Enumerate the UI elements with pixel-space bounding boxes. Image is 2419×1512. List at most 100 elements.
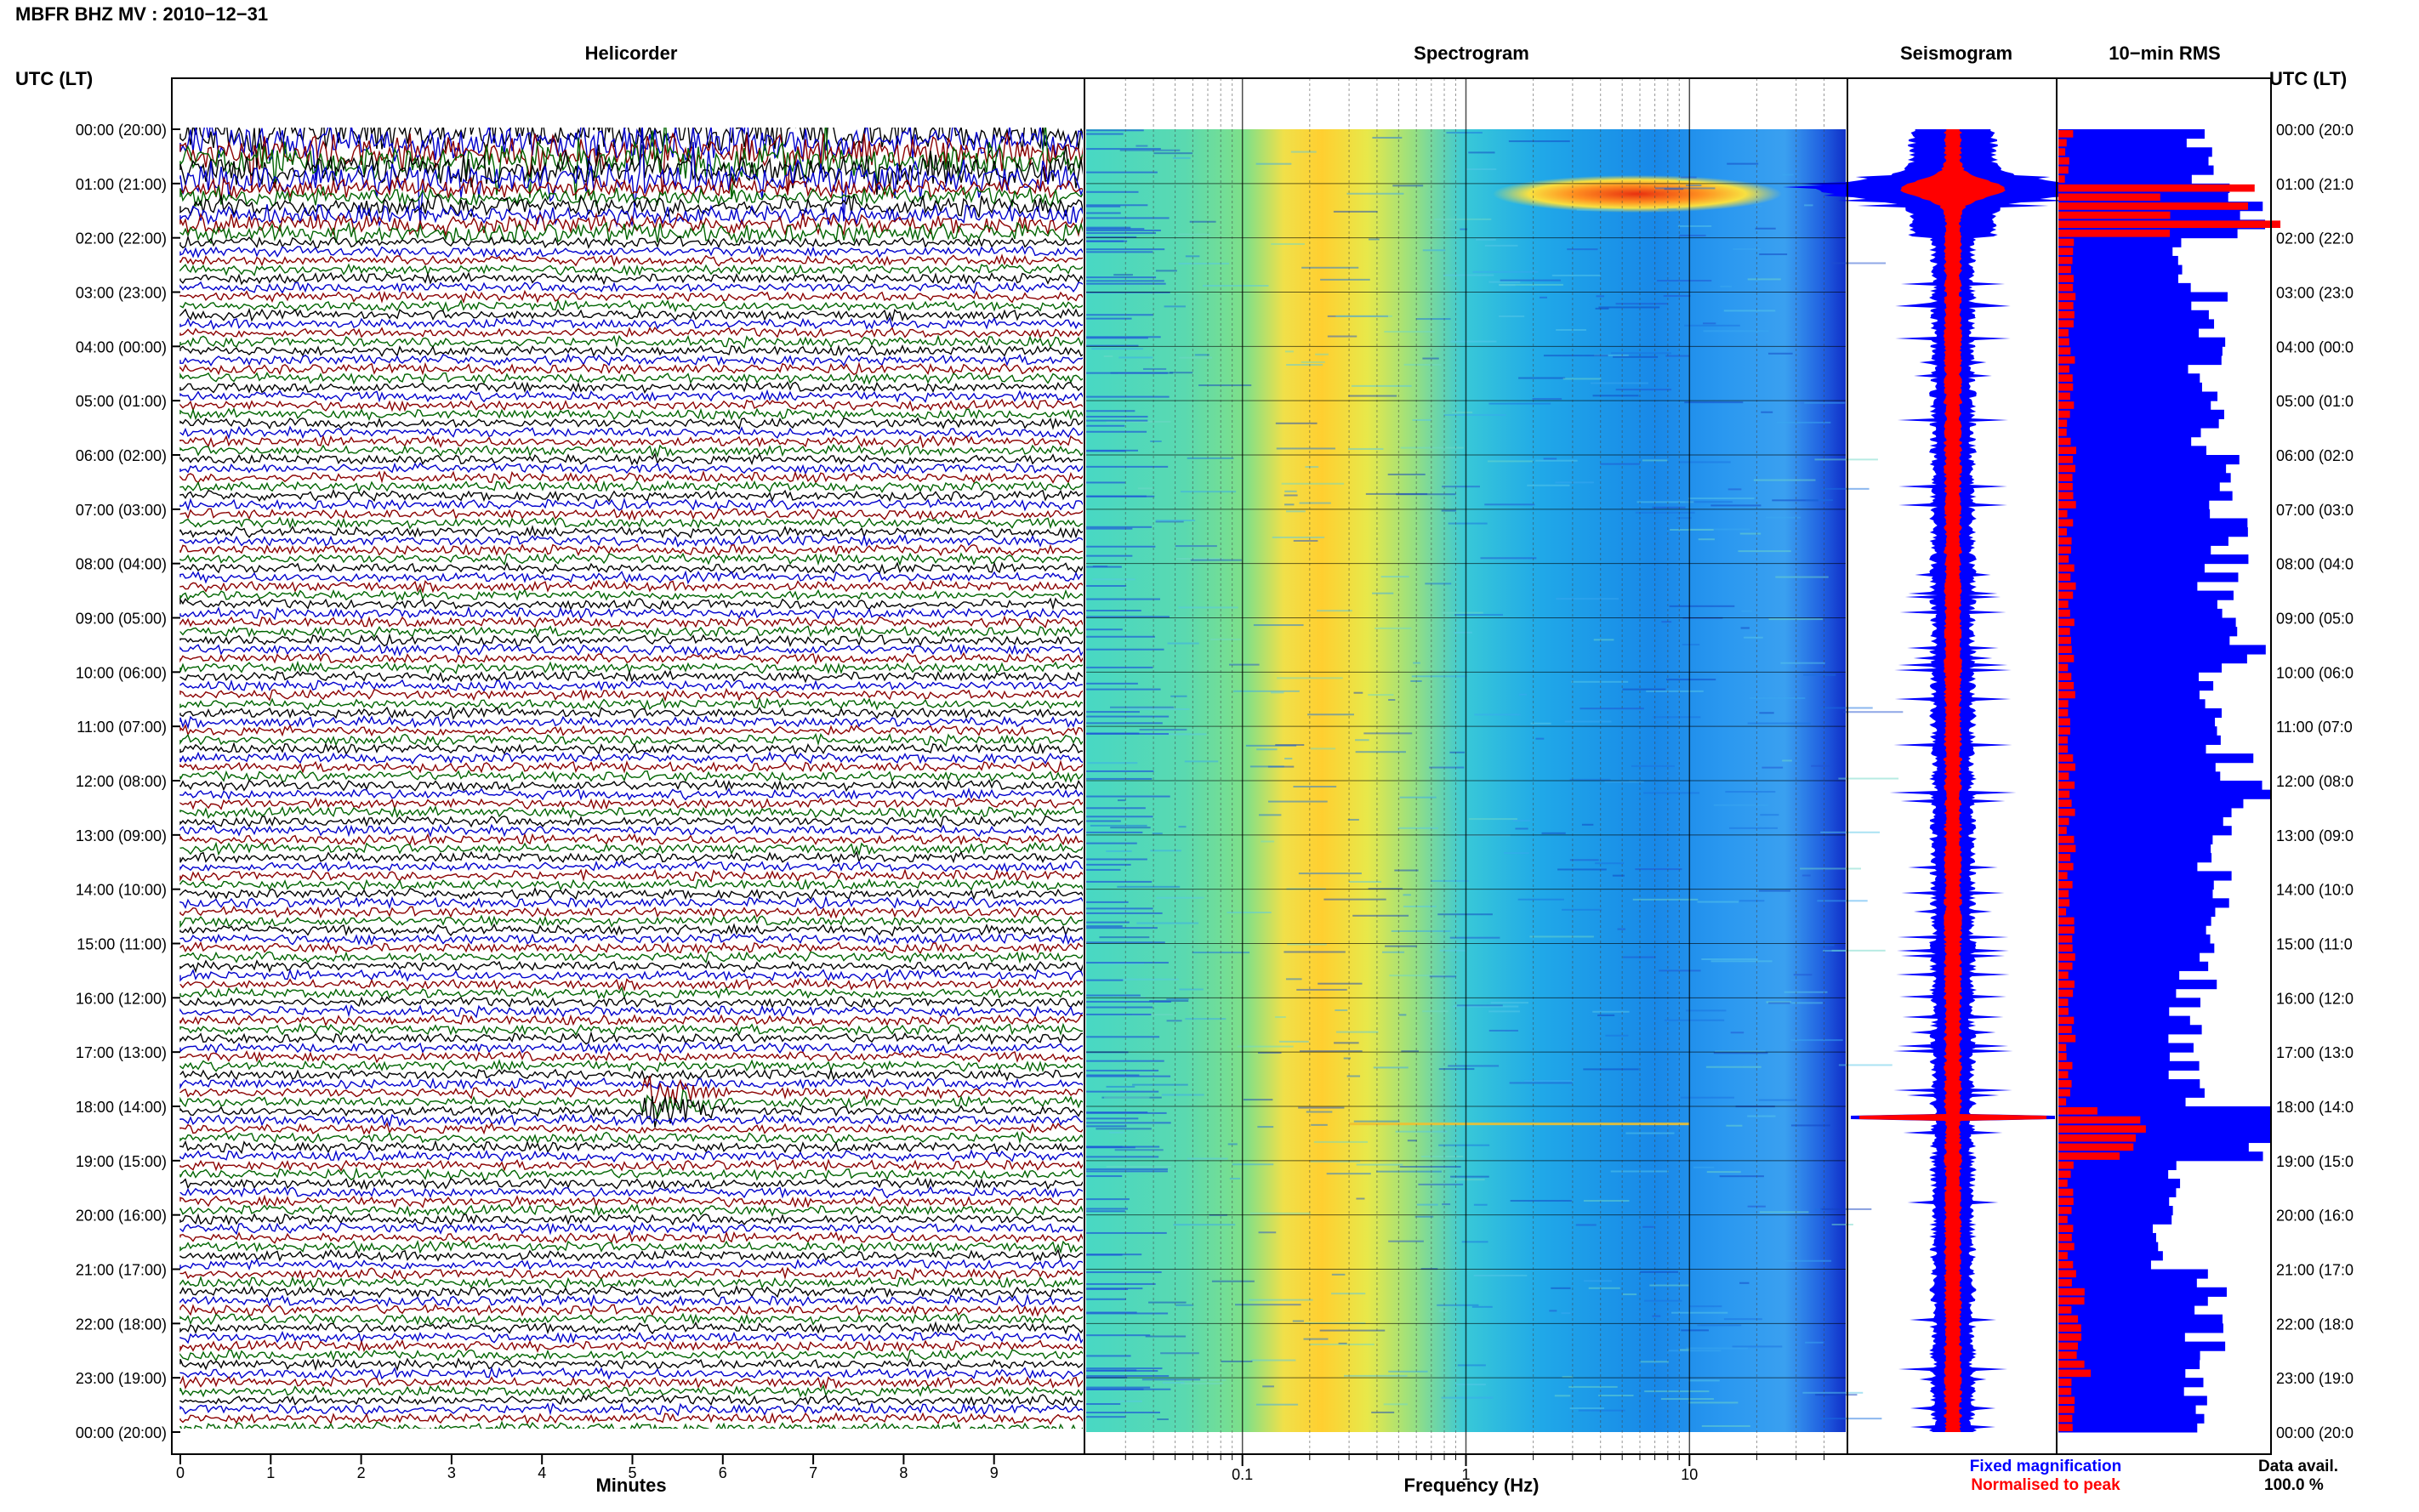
rms-bar-fixed (2058, 1179, 2181, 1189)
spectrogram-texture-cell (1114, 1149, 1164, 1151)
spectrogram-texture-cell (1448, 522, 1488, 525)
spectrogram-texture-cell (1275, 744, 1305, 747)
spectrogram-texture-cell (1331, 1293, 1366, 1295)
rms-bar-fixed (2058, 1305, 2195, 1316)
helicorder-trace-line (179, 1266, 1083, 1281)
rms-bar-fixed (2058, 572, 2239, 583)
rms-bar-fixed (2058, 1251, 2163, 1261)
rms-bar-fixed (2058, 237, 2182, 247)
spectrogram-low-freq-streak (1086, 820, 1121, 822)
left-time-label: 09:00 (05:00) (76, 611, 167, 628)
spectrogram-texture-cell (1800, 867, 1861, 870)
rms-bar-fixed (2058, 481, 2220, 492)
rms-bar-fixed (2058, 1423, 2198, 1433)
helicorder-trace-line (179, 1339, 1083, 1353)
rms-bar-normalised (2058, 130, 2074, 138)
spectrogram-texture-cell (1814, 458, 1878, 461)
spectrogram-texture-cell (1120, 978, 1179, 981)
spectrogram-texture-cell (1318, 982, 1363, 985)
spectrogram-texture-cell (1679, 1349, 1690, 1351)
spectrogram-texture-cell (1728, 827, 1779, 829)
rms-bar-normalised (2058, 175, 2065, 183)
spectrogram-texture-cell (1615, 389, 1672, 391)
spectrogram-texture-cell (1285, 978, 1302, 981)
spectrogram-low-freq-streak (1086, 1122, 1171, 1124)
rms-bar-normalised (2058, 1152, 2120, 1160)
left-time-label: 23:00 (19:00) (76, 1370, 167, 1387)
spectrogram-texture-cell (1284, 758, 1293, 760)
rms-bar-normalised (2058, 591, 2074, 600)
helicorder-trace-line (179, 1394, 1083, 1407)
spectrogram-texture-cell (1232, 1163, 1274, 1166)
spectrogram-texture-cell (1611, 352, 1671, 355)
spectrogram-texture-cell (1561, 1312, 1571, 1315)
right-time-label: 01:00 (21:0 (2276, 176, 2354, 193)
rms-bar-normalised (2058, 1315, 2079, 1323)
spectrogram-texture-cell (1453, 1005, 1519, 1008)
spectrogram-texture-cell (1596, 295, 1605, 298)
spectrogram-texture-cell (1643, 792, 1699, 794)
spectrogram-low-freq-streak (1086, 1388, 1171, 1390)
spectrogram-texture-cell (1117, 885, 1181, 888)
spectrogram-texture-cell (1564, 720, 1612, 723)
spectrogram-texture-cell (1490, 1002, 1529, 1004)
spectrogram-texture-cell (1253, 624, 1304, 627)
spectrogram-texture-cell (1155, 270, 1177, 272)
spectrogram-texture-cell (1635, 511, 1695, 514)
figure-title: MBFR BHZ MV : 2010−12−31 (15, 3, 268, 25)
rms-bar-normalised (2058, 1026, 2072, 1033)
helicorder-title: Helicorder (585, 43, 678, 64)
rms-bar-fixed (2058, 1378, 2204, 1388)
spectrogram-texture-cell (1535, 459, 1578, 462)
spectrogram-texture-cell (1556, 328, 1586, 331)
spectrogram-texture-cell (1579, 708, 1644, 710)
helicorder-trace-line (179, 633, 1083, 648)
rms-bar-fixed (2058, 1052, 2170, 1062)
spectrogram-texture-cell (1635, 868, 1682, 871)
spectrogram-texture-cell (1759, 253, 1788, 256)
spectrogram-texture-cell (1110, 706, 1175, 708)
spectrogram-low-freq-streak (1086, 1375, 1170, 1378)
spectrogram-texture-cell (1670, 529, 1714, 531)
spectrogram-texture-cell (1286, 364, 1323, 367)
spectrogram-texture-cell (1663, 295, 1691, 298)
rms-bar-normalised (2058, 230, 2171, 237)
spectrogram-texture-cell (1148, 1301, 1187, 1304)
spectrogram-texture-cell (1597, 1014, 1615, 1016)
rms-bar-fixed (2058, 1214, 2172, 1225)
rms-bar-normalised (2058, 365, 2069, 373)
rms-bar-fixed (2058, 889, 2213, 899)
rms-bar-normalised (2058, 1107, 2097, 1115)
spectrogram-texture-cell (1096, 1128, 1152, 1130)
rms-bar-fixed (2058, 834, 2213, 844)
helicorder-trace-line (179, 1349, 1083, 1362)
spectrogram-texture-cell (1326, 1173, 1371, 1175)
left-time-label: 03:00 (23:00) (76, 285, 167, 302)
helicorder-trace-line (179, 533, 1083, 548)
spectrogram-low-freq-streak (1086, 648, 1164, 651)
left-time-label: 04:00 (00:00) (76, 338, 167, 355)
frequency-tick-label: 10 (1681, 1466, 1698, 1483)
left-time-label: 21:00 (17:00) (76, 1262, 167, 1279)
spectrogram-texture-cell (1301, 361, 1325, 363)
rms-bar-normalised (2058, 782, 2075, 789)
spectrogram-texture-cell (1306, 1111, 1333, 1113)
rms-bar-normalised (2058, 283, 2074, 292)
spectrogram-texture-cell (1249, 1212, 1311, 1214)
spectrogram-texture-cell (1541, 832, 1566, 834)
spectrogram-texture-cell (1679, 461, 1731, 463)
spectrogram-texture-cell (1258, 814, 1282, 816)
spectrogram-texture-cell (1092, 578, 1136, 581)
spectrogram-texture-cell (1471, 1305, 1493, 1308)
rms-bar-normalised (2058, 347, 2071, 355)
spectrogram-texture-cell (1543, 458, 1557, 460)
rms-bar-fixed (2058, 391, 2218, 401)
rms-bar-normalised (2058, 166, 2069, 174)
helicorder-trace-line (179, 968, 1083, 983)
right-time-label: 09:00 (05:0 (2276, 611, 2354, 628)
spectrogram-texture-cell (1292, 1320, 1304, 1322)
spectrogram-texture-cell (1106, 1165, 1171, 1168)
spectrogram-texture-cell (1368, 238, 1380, 241)
spectrogram-texture-cell (1567, 248, 1598, 251)
spectrogram-texture-cell (1344, 1374, 1408, 1377)
